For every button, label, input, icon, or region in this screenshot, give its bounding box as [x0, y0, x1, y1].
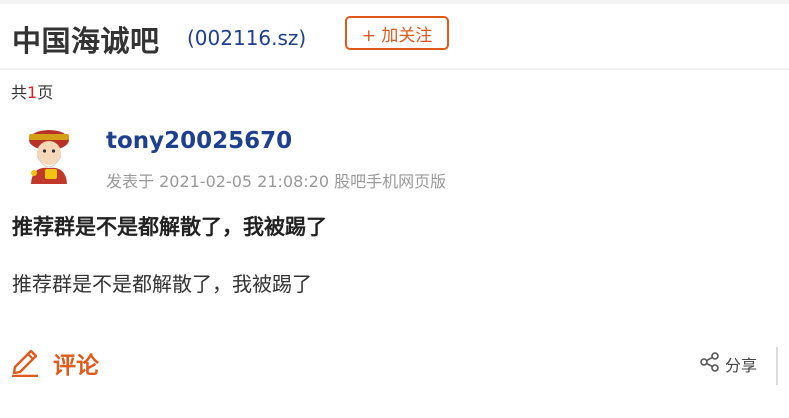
page-count-number: 1: [27, 83, 38, 102]
comment-button[interactable]: 评论: [10, 345, 99, 381]
share-icon: [699, 351, 721, 377]
comment-label: 评论: [53, 353, 99, 379]
divider: [776, 347, 778, 385]
post-title: 推荐群是不是都解散了，我被踢了: [12, 215, 327, 239]
header: 中国海诚吧 (002116.sz) + 加关注: [0, 4, 789, 70]
follow-button[interactable]: + 加关注: [345, 16, 449, 50]
post-meta: 发表于 2021-02-05 21:08:20 股吧手机网页版: [106, 172, 447, 191]
page-count: 共1页: [11, 79, 53, 103]
post-body: 推荐群是不是都解散了，我被踢了: [12, 272, 312, 296]
page-count-suffix: 页: [37, 83, 54, 102]
stock-code[interactable]: (002116.sz): [187, 26, 306, 50]
share-button[interactable]: 分享: [699, 351, 757, 377]
pencil-icon: [10, 345, 40, 381]
bar-title[interactable]: 中国海诚吧: [12, 18, 160, 60]
share-label: 分享: [725, 356, 758, 375]
caishen-avatar-icon[interactable]: [20, 126, 78, 184]
page-count-prefix: 共: [11, 83, 28, 102]
author-name[interactable]: tony20025670: [106, 128, 292, 154]
